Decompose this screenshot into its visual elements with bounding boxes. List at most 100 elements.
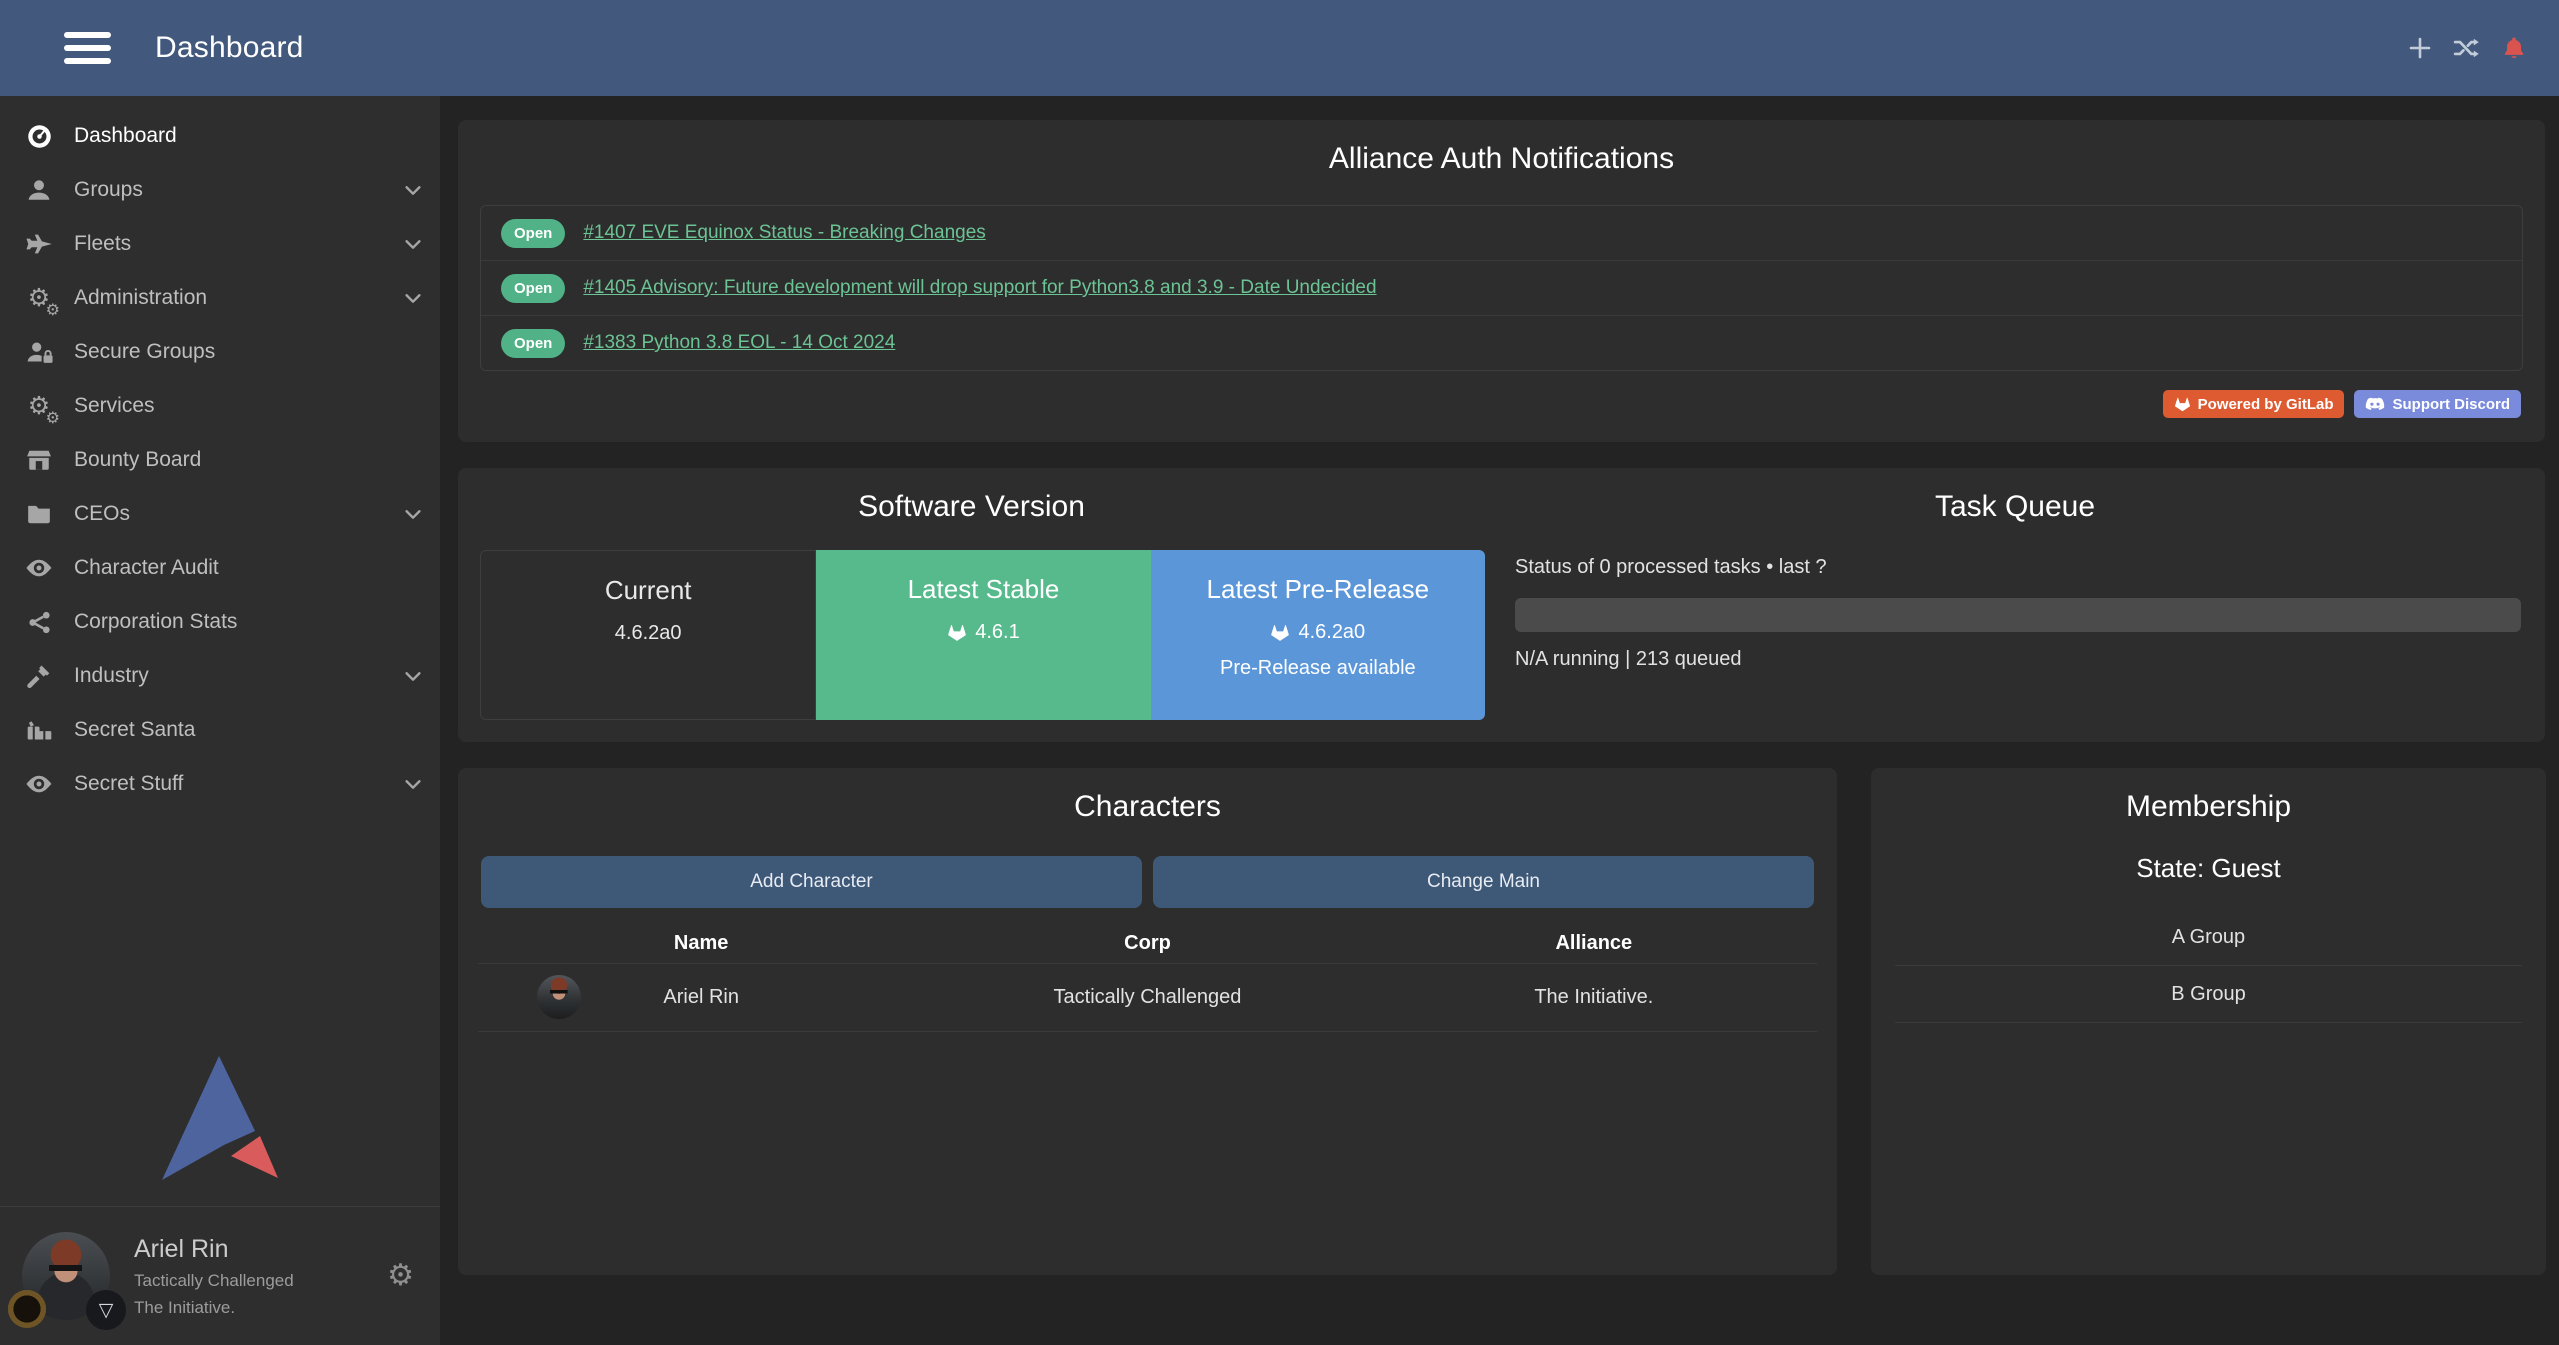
notification-link[interactable]: #1383 Python 3.8 EOL - 14 Oct 2024	[583, 332, 895, 354]
task-queue-counts: N/A running | 213 queued	[1515, 648, 1741, 671]
membership-title: Membership	[1871, 768, 2546, 824]
software-version-title: Software Version	[458, 468, 1485, 524]
status-badge: Open	[501, 274, 565, 303]
version-current-box: Current 4.6.2a0	[480, 550, 816, 720]
menu-toggle-button[interactable]	[64, 32, 111, 64]
version-number: 4.6.2a0	[1298, 621, 1365, 644]
user-icon	[22, 173, 56, 207]
shuffle-icon[interactable]	[2452, 33, 2482, 63]
user-corp: Tactically Challenged	[134, 1271, 294, 1291]
sidebar-item-label: Secure Groups	[74, 340, 215, 364]
share-nodes-icon	[22, 605, 56, 639]
notification-link[interactable]: #1405 Advisory: Future development will …	[583, 277, 1376, 299]
eye-icon	[22, 767, 56, 801]
notification-bell-icon[interactable]	[2499, 33, 2529, 63]
characters-panel: Characters Add Character Change Main Nam…	[458, 768, 1837, 1275]
notifications-list: Open #1407 EVE Equinox Status - Breaking…	[480, 205, 2523, 371]
fighter-jet-icon	[22, 227, 56, 261]
notification-item: Open #1405 Advisory: Future development …	[481, 260, 2522, 315]
character-row: Ariel Rin Tactically Challenged The Init…	[478, 963, 1817, 1032]
plus-icon[interactable]	[2405, 33, 2435, 63]
change-main-button[interactable]: Change Main	[1153, 856, 1814, 908]
status-panel: Software Version Current 4.6.2a0 Latest …	[458, 468, 2545, 742]
chevron-down-icon	[402, 665, 424, 687]
version-note: Pre-Release available	[1151, 657, 1485, 680]
alliance-auth-logo	[0, 1054, 440, 1182]
user-panel: ▽ Ariel Rin Tactically Challenged The In…	[0, 1206, 440, 1345]
sidebar-item-label: Groups	[74, 178, 143, 202]
user-alliance: The Initiative.	[134, 1298, 294, 1318]
gifts-icon	[22, 713, 56, 747]
hammer-icon	[22, 659, 56, 693]
task-queue-section: Task Queue Status of 0 processed tasks •…	[1485, 468, 2545, 742]
task-progress-bar	[1515, 598, 2521, 632]
gitlab-icon	[2174, 396, 2191, 413]
gitlab-badge-label: Powered by GitLab	[2198, 396, 2334, 413]
column-header-alliance: Alliance	[1371, 932, 1817, 955]
sidebar-item-groups[interactable]: Groups	[0, 163, 440, 217]
character-corp: Tactically Challenged	[924, 986, 1370, 1009]
sidebar-item-label: CEOs	[74, 502, 130, 526]
membership-panel: Membership State: Guest A Group B Group	[1871, 768, 2546, 1275]
sidebar-menu: Dashboard Groups Fleets ⚙⚙ Administratio…	[0, 96, 440, 811]
version-prerelease-box: Latest Pre-Release 4.6.2a0 Pre-Release a…	[1151, 550, 1485, 720]
notification-item: Open #1407 EVE Equinox Status - Breaking…	[481, 206, 2522, 260]
version-stable-box: Latest Stable 4.6.1	[816, 550, 1150, 720]
sidebar-item-label: Industry	[74, 664, 149, 688]
membership-state: State: Guest	[1871, 853, 2546, 884]
sidebar-item-industry[interactable]: Industry	[0, 649, 440, 703]
discord-badge[interactable]: Support Discord	[2354, 390, 2521, 418]
user-name: Ariel Rin	[134, 1235, 294, 1264]
sidebar-item-label: Dashboard	[74, 124, 177, 148]
add-character-button[interactable]: Add Character	[481, 856, 1142, 908]
sidebar: Dashboard Groups Fleets ⚙⚙ Administratio…	[0, 96, 440, 1345]
task-queue-title: Task Queue	[1485, 468, 2545, 524]
eye-icon	[22, 551, 56, 585]
sidebar-item-ceos[interactable]: CEOs	[0, 487, 440, 541]
page-title: Dashboard	[155, 31, 304, 65]
sidebar-item-administration[interactable]: ⚙⚙ Administration	[0, 271, 440, 325]
sidebar-item-dashboard[interactable]: Dashboard	[0, 109, 440, 163]
version-box-header: Latest Pre-Release	[1151, 574, 1485, 605]
user-avatar: ▽	[22, 1232, 110, 1320]
status-badge: Open	[501, 329, 565, 358]
sidebar-item-bounty-board[interactable]: Bounty Board	[0, 433, 440, 487]
sidebar-item-label: Administration	[74, 286, 207, 310]
version-boxes: Current 4.6.2a0 Latest Stable 4.6.1 Late…	[480, 550, 1485, 720]
sidebar-item-secure-groups[interactable]: Secure Groups	[0, 325, 440, 379]
sidebar-item-label: Services	[74, 394, 155, 418]
group-list-item: A Group	[1895, 909, 2522, 966]
user-settings-gear-icon[interactable]: ⚙	[387, 1261, 414, 1291]
version-box-header: Latest Stable	[816, 574, 1150, 605]
task-queue-status: Status of 0 processed tasks • last ?	[1515, 556, 1827, 579]
notifications-panel: Alliance Auth Notifications Open #1407 E…	[458, 120, 2545, 442]
sidebar-item-services[interactable]: ⚙⚙ Services	[0, 379, 440, 433]
navbar-actions	[2405, 33, 2529, 63]
sidebar-item-label: Character Audit	[74, 556, 219, 580]
version-box-header: Current	[481, 575, 815, 606]
characters-title: Characters	[458, 768, 1837, 824]
sidebar-item-secret-stuff[interactable]: Secret Stuff	[0, 757, 440, 811]
character-buttons: Add Character Change Main	[481, 856, 1814, 908]
corp-logo-badge	[8, 1290, 46, 1328]
version-number: 4.6.2a0	[615, 622, 682, 645]
gitlab-badge[interactable]: Powered by GitLab	[2163, 390, 2345, 418]
sidebar-item-character-audit[interactable]: Character Audit	[0, 541, 440, 595]
notification-link[interactable]: #1407 EVE Equinox Status - Breaking Chan…	[583, 222, 985, 244]
sidebar-item-fleets[interactable]: Fleets	[0, 217, 440, 271]
sidebar-item-secret-santa[interactable]: Secret Santa	[0, 703, 440, 757]
notifications-title: Alliance Auth Notifications	[458, 120, 2545, 176]
character-portrait	[537, 975, 581, 1019]
discord-icon	[2365, 397, 2385, 412]
main-content: Alliance Auth Notifications Open #1407 E…	[440, 96, 2559, 1345]
sidebar-item-corporation-stats[interactable]: Corporation Stats	[0, 595, 440, 649]
sidebar-item-label: Bounty Board	[74, 448, 201, 472]
characters-table-header: Name Corp Alliance	[478, 924, 1817, 963]
top-navbar: Dashboard	[0, 0, 2559, 96]
gitlab-icon	[1270, 623, 1290, 643]
status-badge: Open	[501, 219, 565, 248]
gears-icon: ⚙⚙	[22, 389, 56, 423]
group-list-item: B Group	[1895, 966, 2522, 1023]
gauge-icon	[22, 119, 56, 153]
sidebar-item-label: Fleets	[74, 232, 131, 256]
